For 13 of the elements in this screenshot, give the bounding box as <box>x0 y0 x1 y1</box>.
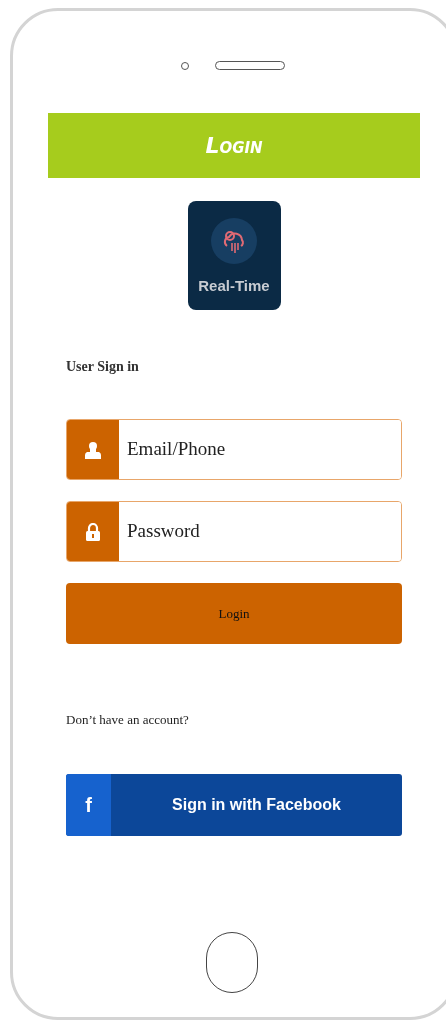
cloud-sun-icon <box>211 218 257 264</box>
login-button[interactable]: Login <box>66 583 402 644</box>
facebook-icon: f <box>66 773 111 836</box>
logo-text: Real-Time <box>198 278 270 293</box>
user-icon <box>85 440 101 459</box>
input-field[interactable]: Email/Phone <box>66 419 402 480</box>
lock-icon <box>86 522 100 541</box>
signup-prompt: Don’t have an account? <box>66 711 190 729</box>
facebook-label: Sign in with Facebook <box>171 794 342 815</box>
form-heading: User Sign in <box>66 358 140 376</box>
header-title: Login <box>205 132 263 160</box>
facebook-button[interactable]: f Sign in with Facebook <box>66 773 402 836</box>
input-field[interactable]: Password <box>66 501 402 562</box>
